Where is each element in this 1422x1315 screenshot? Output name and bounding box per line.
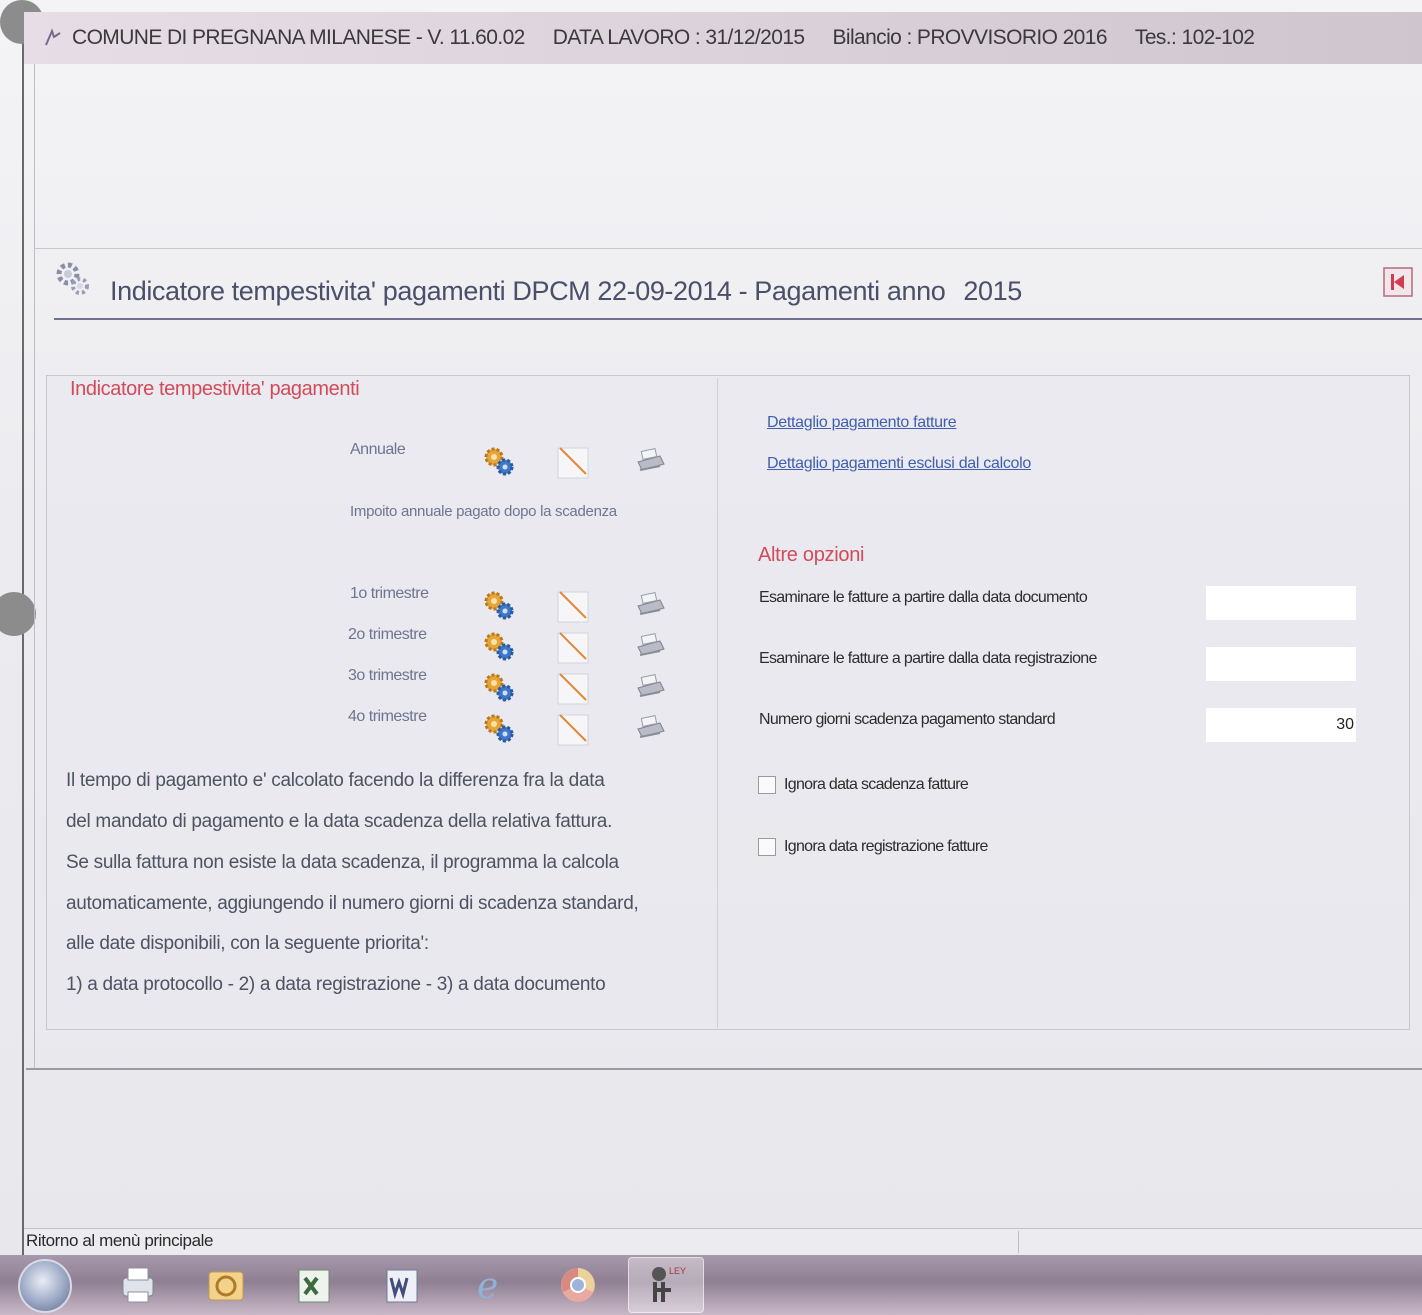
quarter-2-print-icon[interactable] (630, 627, 668, 665)
description-line-1: Il tempo di pagamento e' calcolato facen… (66, 770, 605, 791)
budget-info: Bilancio : PROVVISORIO 2016 (832, 26, 1107, 49)
ignore-reg-date-checkbox[interactable] (758, 838, 776, 856)
quarter-1-calculate-icon[interactable] (480, 586, 518, 624)
quarter-2-pencil-icon[interactable] (554, 627, 592, 665)
reg-date-input[interactable] (1206, 647, 1356, 681)
content-frame (46, 375, 1410, 1030)
description-line-6: 1) a data protocollo - 2) a data registr… (66, 974, 606, 995)
app-launcher-icon[interactable]: LEY (628, 1257, 704, 1313)
link-excluded-payments[interactable]: Dettaglio pagamenti esclusi dal calcolo (767, 455, 1031, 473)
quarter-3-calculate-icon[interactable] (480, 668, 518, 706)
page-title-text: Indicatore tempestivita' pagamenti DPCM … (110, 276, 946, 306)
quarter-3-print-icon[interactable] (630, 668, 668, 706)
option-reg-date-label: Esaminare le fatture a partire dalla dat… (759, 650, 1097, 667)
internet-explorer-icon[interactable]: e (452, 1257, 528, 1313)
app-name: COMUNE DI PREGNANA MILANESE - V. 11.60.0… (72, 26, 525, 49)
ignore-due-date-label: Ignora data scadenza fatture (784, 776, 969, 793)
description-line-4: automaticamente, aggiungendo il numero g… (66, 893, 639, 914)
panel-header: Indicatore tempestivita' pagamenti DPCM … (52, 258, 1422, 322)
chrome-icon[interactable] (540, 1257, 616, 1313)
printer-icon[interactable] (100, 1257, 176, 1313)
svg-text:e: e (477, 1266, 498, 1307)
quarter-1-label: 1o trimestre (350, 585, 429, 602)
doc-date-input[interactable] (1206, 586, 1356, 620)
window-titlebar: COMUNE DI PREGNANA MILANESE - V. 11.60.0… (24, 12, 1422, 64)
quarter-3-pencil-icon[interactable] (554, 668, 592, 706)
header-top-line (34, 248, 1422, 249)
description-line-3: Se sulla fattura non esiste la data scad… (66, 852, 619, 873)
start-orb-icon[interactable] (18, 1259, 72, 1313)
column-divider (717, 378, 718, 1028)
left-section-heading: Indicatore tempestivita' pagamenti (70, 378, 360, 400)
quarter-4-calculate-icon[interactable] (480, 709, 518, 747)
option-standard-days-label: Numero giorni scadenza pagamento standar… (759, 711, 1056, 728)
link-payment-details[interactable]: Dettaglio pagamento fatture (767, 414, 957, 432)
annual-note: Impoito annuale pagato dopo la scadenza (350, 503, 617, 520)
excel-icon[interactable] (276, 1257, 352, 1313)
option-doc-date-label: Esaminare le fatture a partire dalla dat… (759, 589, 1088, 606)
quarter-4-pencil-icon[interactable] (554, 709, 592, 747)
word-icon[interactable] (364, 1257, 440, 1313)
quarter-3-label: 3o trimestre (348, 667, 427, 684)
annual-print-icon[interactable] (630, 442, 668, 480)
status-text: Ritorno al menù principale (26, 1231, 214, 1250)
description-line-5: alle date disponibili, con la seguente p… (66, 933, 429, 954)
quarter-4-label: 4o trimestre (348, 708, 427, 725)
quarter-2-calculate-icon[interactable] (480, 627, 518, 665)
status-separator (1018, 1231, 1019, 1253)
page-title-year: 2015 (963, 276, 1022, 306)
standard-days-input[interactable] (1206, 708, 1356, 742)
quarter-1-pencil-icon[interactable] (554, 586, 592, 624)
header-underline (54, 318, 1422, 320)
quarter-4-print-icon[interactable] (630, 709, 668, 747)
ignore-reg-date-label: Ignora data registrazione fatture (784, 838, 988, 855)
app-icon (42, 27, 64, 49)
ignore-due-date-checkbox[interactable] (758, 776, 776, 794)
quarter-1-print-icon[interactable] (630, 586, 668, 624)
annual-calculate-icon[interactable] (480, 442, 518, 480)
page-title: Indicatore tempestivita' pagamenti DPCM … (110, 276, 1022, 307)
svg-text:LEY: LEY (669, 1266, 686, 1276)
work-date: DATA LAVORO : 31/12/2015 (552, 26, 805, 49)
treasury-info: Tes.: 102-102 (1134, 26, 1255, 49)
other-options-heading: Altre opzioni (758, 544, 865, 566)
exit-icon[interactable] (1382, 266, 1414, 298)
outlook-icon[interactable] (188, 1257, 264, 1313)
description-line-2: del mandato di pagamento e la data scade… (66, 811, 613, 832)
bottom-divider (26, 1068, 1422, 1070)
taskbar: e LEY (0, 1255, 1422, 1315)
annual-label: Annuale (350, 441, 406, 458)
annual-pencil-icon[interactable] (554, 442, 592, 480)
gear-icon (52, 258, 94, 300)
status-bar: Ritorno al menù principale (24, 1228, 1422, 1254)
quarter-2-label: 2o trimestre (348, 626, 427, 643)
